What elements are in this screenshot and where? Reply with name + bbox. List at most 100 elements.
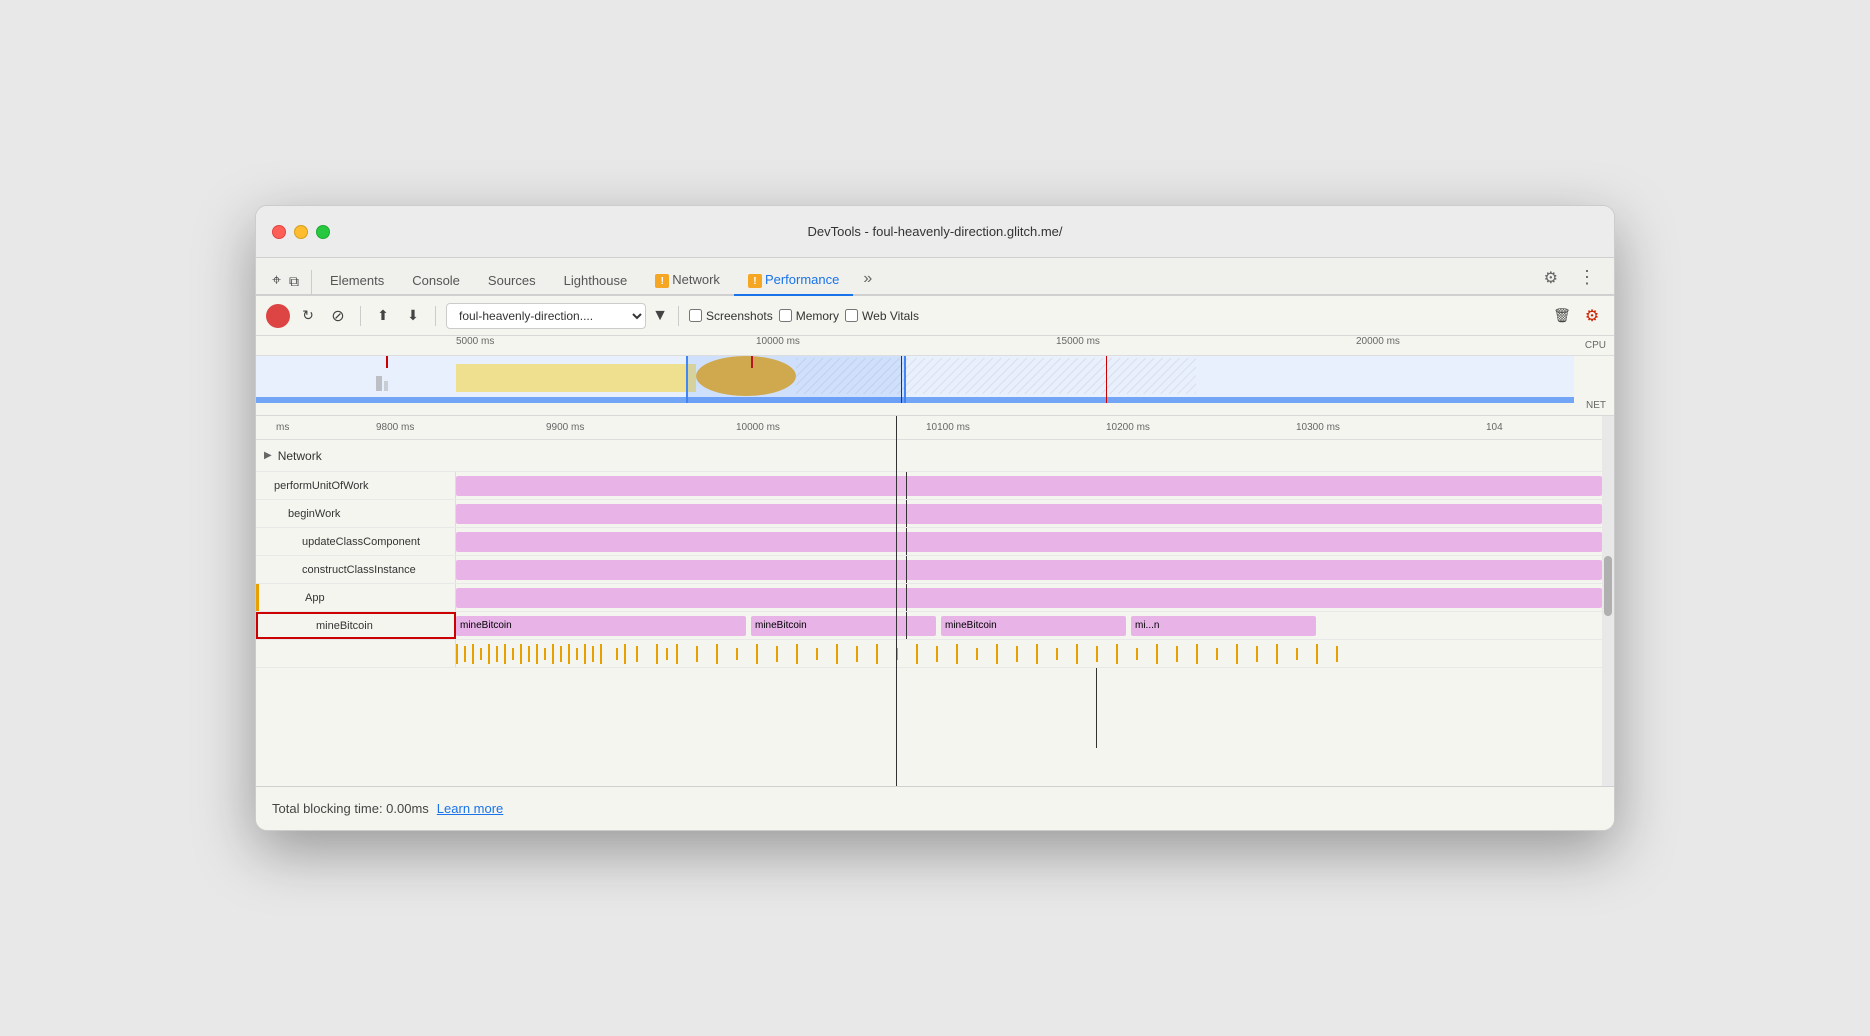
frame-bar-mineBitcoin-2: mineBitcoin [751, 616, 936, 636]
frame-bar-mineBitcoin-4: mi...n [1131, 616, 1316, 636]
detail-marker-104: 104 [1486, 422, 1503, 433]
memory-checkbox[interactable] [779, 309, 792, 322]
web-vitals-checkbox[interactable] [845, 309, 858, 322]
network-section-row[interactable]: ▶ Network [256, 440, 1602, 472]
titlebar: DevTools - foul-heavenly-direction.glitc… [256, 206, 1614, 258]
tab-lighthouse[interactable]: Lighthouse [550, 267, 642, 296]
screenshots-checkbox-group[interactable]: Screenshots [689, 309, 773, 323]
web-vitals-checkbox-group[interactable]: Web Vitals [845, 309, 919, 323]
download-button[interactable]: ⬇ [401, 304, 425, 328]
more-tabs-button[interactable]: » [853, 264, 882, 294]
tab-console[interactable]: Console [398, 267, 474, 296]
marker-10000: 10000 ms [756, 336, 800, 347]
memory-checkbox-group[interactable]: Memory [779, 309, 839, 323]
recording-toolbar: ↻ ⊘ ⬆ ⬇ foul-heavenly-direction.... ▼ Sc… [256, 296, 1614, 336]
net-bar [256, 397, 1574, 403]
empty-area [256, 668, 1602, 748]
trash-button[interactable]: 🗑 [1550, 304, 1574, 328]
devtools-window: DevTools - foul-heavenly-direction.glitc… [255, 205, 1615, 831]
menu-button[interactable]: ⋮ [1568, 261, 1606, 294]
cursor-icon[interactable]: ⌖ [272, 272, 281, 290]
mine-bitcoin-label-1: mineBitcoin [456, 616, 746, 636]
frame-bar-beginWork [456, 504, 1602, 524]
settings-button[interactable]: ⚙ [1534, 262, 1568, 294]
screenshots-label: Screenshots [706, 309, 773, 323]
network-expand-icon[interactable]: ▶ [264, 450, 272, 461]
frame-vert-line-5 [906, 584, 907, 611]
tick-marks-row [256, 640, 1602, 668]
timeline-overview[interactable]: 5000 ms 10000 ms 15000 ms 20000 ms [256, 336, 1614, 416]
frame-bar-mineBitcoin-1: mineBitcoin [456, 616, 746, 636]
url-dropdown-icon[interactable]: ▼ [652, 308, 668, 324]
window-title: DevTools - foul-heavenly-direction.glitc… [807, 224, 1062, 239]
tab-elements[interactable]: Elements [316, 267, 398, 296]
detail-marker-s: ms [276, 422, 289, 433]
frame-name-beginWork: beginWork [284, 508, 344, 520]
tab-sources[interactable]: Sources [474, 267, 550, 296]
maximize-button[interactable] [316, 225, 330, 239]
frame-vert-line-2 [906, 500, 907, 527]
close-button[interactable] [272, 225, 286, 239]
minimize-button[interactable] [294, 225, 308, 239]
learn-more-link[interactable]: Learn more [437, 801, 503, 816]
marker-15000: 15000 ms [1056, 336, 1100, 347]
upload-button[interactable]: ⬆ [371, 304, 395, 328]
time-ruler-detail: ms 9800 ms 9900 ms 10000 ms 10100 ms 102… [256, 416, 1602, 440]
cpu-label: CPU [1585, 340, 1606, 351]
timeline-detail: ms 9800 ms 9900 ms 10000 ms 10100 ms 102… [256, 416, 1602, 786]
call-frames: performUnitOfWork beginWork [256, 472, 1602, 748]
net-label: NET [1586, 400, 1606, 411]
blocking-time-text: Total blocking time: 0.00ms [272, 801, 429, 816]
selection-overlay[interactable] [686, 356, 906, 403]
frame-name-mineBitcoin: mineBitcoin [312, 620, 377, 632]
cpu-chart [256, 356, 1574, 403]
marker-20000: 20000 ms [1356, 336, 1400, 347]
mine-bitcoin-label-3: mineBitcoin [941, 616, 1126, 636]
frame-vert-line-6 [906, 612, 907, 639]
network-warning-icon: ! [655, 274, 669, 288]
table-row[interactable]: constructClassInstance [256, 556, 1602, 584]
mine-bitcoin-label-2: mineBitcoin [751, 616, 936, 636]
table-row[interactable]: mineBitcoin mineBitcoin mineBitcoin mine… [256, 612, 1602, 640]
reload-record-button[interactable]: ↻ [296, 304, 320, 328]
mine-bitcoin-label-4: mi...n [1131, 616, 1316, 636]
scrollbar-thumb[interactable] [1604, 556, 1612, 616]
record-button[interactable] [266, 304, 290, 328]
table-row[interactable]: updateClassComponent [256, 528, 1602, 556]
red-marker-line [1106, 356, 1107, 403]
detail-marker-10200: 10200 ms [1106, 422, 1150, 433]
marker-5000: 5000 ms [456, 336, 494, 347]
url-select[interactable]: foul-heavenly-direction.... [446, 303, 646, 329]
detail-marker-9800: 9800 ms [376, 422, 414, 433]
memory-label: Memory [796, 309, 839, 323]
playhead-line [901, 356, 902, 403]
frame-vert-line-3 [906, 528, 907, 555]
screenshots-checkbox[interactable] [689, 309, 702, 322]
detail-marker-10000: 10000 ms [736, 422, 780, 433]
frame-bar-App [456, 588, 1602, 608]
tab-bar: ⌖ ⧉ Elements Console Sources Lighthouse … [256, 258, 1614, 296]
tab-network[interactable]: !Network [641, 266, 734, 297]
clear-button[interactable]: ⊘ [326, 304, 350, 328]
table-row[interactable]: beginWork [256, 500, 1602, 528]
frame-name-performUnitOfWork: performUnitOfWork [270, 480, 373, 492]
traffic-lights [272, 225, 330, 239]
tab-performance[interactable]: !Performance [734, 266, 853, 297]
network-section-label: Network [278, 449, 322, 463]
performance-warning-icon: ! [748, 274, 762, 288]
bottom-bar: Total blocking time: 0.00ms Learn more [256, 786, 1614, 830]
perf-settings-button[interactable]: ⚙ [1580, 304, 1604, 328]
detail-marker-9900: 9900 ms [546, 422, 584, 433]
frame-bar-constructClassInstance [456, 560, 1602, 580]
frame-bar-performUnitOfWork [456, 476, 1602, 496]
empty-vert-line [1096, 668, 1097, 748]
red-flag-1 [386, 356, 388, 368]
main-content: ms 9800 ms 9900 ms 10000 ms 10100 ms 102… [256, 416, 1614, 786]
scrollbar-track[interactable] [1602, 416, 1614, 786]
table-row[interactable]: App [256, 584, 1602, 612]
network-vert-line [896, 416, 897, 786]
tick-marks-svg [456, 640, 1602, 667]
web-vitals-label: Web Vitals [862, 309, 919, 323]
table-row[interactable]: performUnitOfWork [256, 472, 1602, 500]
layers-icon[interactable]: ⧉ [289, 273, 299, 290]
